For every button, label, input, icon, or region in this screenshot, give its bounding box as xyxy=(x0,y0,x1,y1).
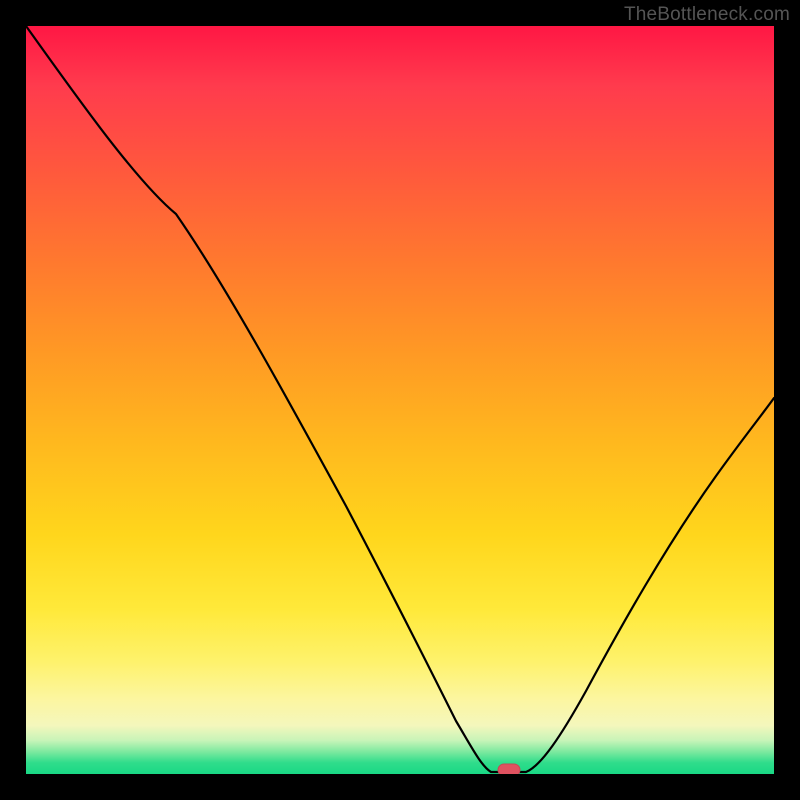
bottleneck-curve xyxy=(26,26,774,772)
watermark-text: TheBottleneck.com xyxy=(624,4,790,26)
plot-area xyxy=(26,26,774,774)
curve-svg xyxy=(26,26,774,774)
balance-marker xyxy=(498,764,520,774)
chart-canvas: TheBottleneck.com xyxy=(0,0,800,800)
